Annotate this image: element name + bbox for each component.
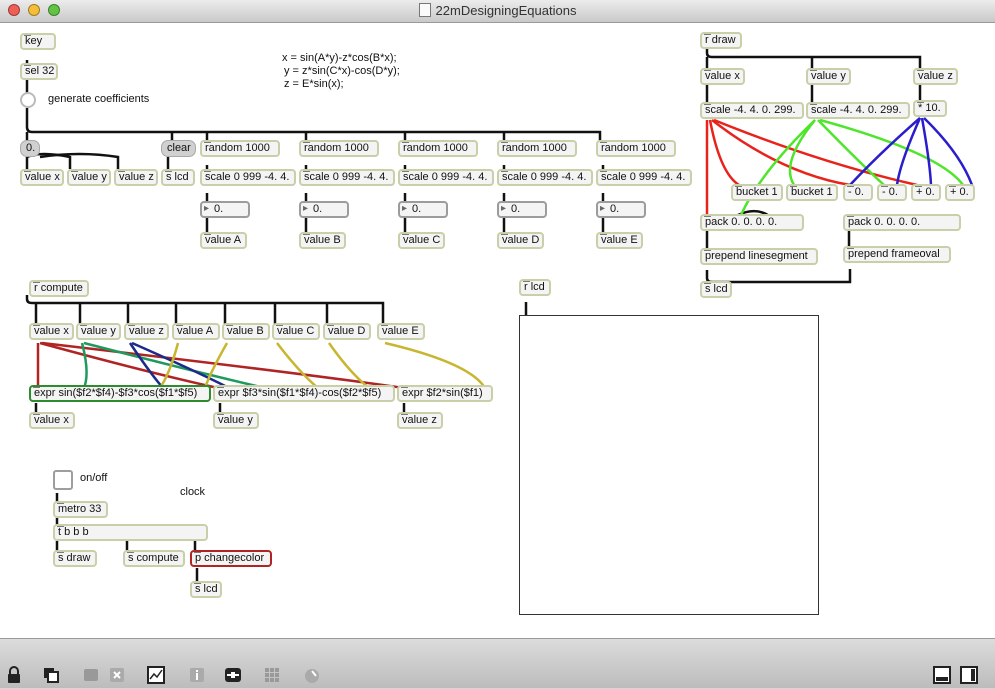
close-box-icon[interactable]	[108, 666, 126, 684]
inspector-chart-icon[interactable]	[147, 666, 165, 684]
compute-value-c[interactable]: value C	[272, 323, 320, 340]
compute-out-z[interactable]: value z	[397, 412, 443, 429]
max-patcher-window: 22mDesigningEquations key sel 32 generat…	[0, 0, 995, 688]
s-compute-object[interactable]: s compute	[123, 550, 185, 567]
prepend-frameoval-object[interactable]: prepend frameoval	[843, 246, 951, 263]
bucket-object-2[interactable]: bucket 1	[786, 184, 838, 201]
subpatch-icon[interactable]	[82, 666, 100, 684]
plus-object-2[interactable]: + 0.	[945, 184, 975, 201]
pack-object-2[interactable]: pack 0. 0. 0. 0.	[843, 214, 961, 231]
clue-icon[interactable]	[303, 666, 321, 684]
compute-out-x[interactable]: value x	[29, 412, 75, 429]
patcher-view-icon[interactable]	[933, 666, 951, 684]
compute-value-d[interactable]: value D	[323, 323, 371, 340]
equation-z-comment: z = E*sin(x);	[284, 78, 344, 90]
equation-x-comment: x = sin(A*y)-z*cos(B*x);	[282, 52, 397, 64]
info-icon[interactable]	[188, 666, 206, 684]
number-box-a[interactable]: 0.	[200, 201, 250, 218]
lcd-drawing-canvas[interactable]	[519, 315, 819, 615]
s-draw-object[interactable]: s draw	[53, 550, 97, 567]
s-lcd-object[interactable]: s lcd	[161, 169, 195, 186]
compute-value-z[interactable]: value z	[124, 323, 169, 340]
r-lcd-object[interactable]: r lcd	[519, 279, 551, 296]
value-e-object[interactable]: value E	[596, 232, 643, 249]
draw-value-z-object[interactable]: value z	[913, 68, 958, 85]
draw-s-lcd-object[interactable]: s lcd	[700, 281, 732, 298]
compute-value-x[interactable]: value x	[29, 323, 74, 340]
random-object-b[interactable]: random 1000	[299, 140, 379, 157]
number-box-c[interactable]: 0.	[398, 201, 448, 218]
expr-z-object[interactable]: expr $f2*sin($f1)	[397, 385, 493, 402]
value-d-object[interactable]: value D	[497, 232, 544, 249]
grid-icon[interactable]	[263, 666, 281, 684]
sel-object[interactable]: sel 32	[20, 63, 58, 80]
compute-value-e[interactable]: value E	[377, 323, 425, 340]
r-compute-object[interactable]: r compute	[29, 280, 89, 297]
random-object-a[interactable]: random 1000	[200, 140, 280, 157]
equation-y-comment: y = z*sin(C*x)-cos(D*y);	[284, 65, 400, 77]
random-object-d[interactable]: random 1000	[497, 140, 577, 157]
compute-value-b[interactable]: value B	[222, 323, 270, 340]
window-title: 22mDesigningEquations	[0, 3, 995, 18]
scale-object-c[interactable]: scale 0 999 -4. 4.	[398, 169, 494, 186]
bucket-object-1[interactable]: bucket 1	[731, 184, 783, 201]
onoff-toggle[interactable]	[53, 470, 73, 490]
compute-out-y[interactable]: value y	[213, 412, 259, 429]
scale-x-object[interactable]: scale -4. 4. 0. 299.	[700, 102, 804, 119]
presentation-view-icon[interactable]	[960, 666, 978, 684]
connect-icon[interactable]	[224, 666, 242, 684]
metro-object[interactable]: metro 33	[53, 501, 108, 518]
draw-value-y-object[interactable]: value y	[806, 68, 851, 85]
minus-object-2[interactable]: - 0.	[877, 184, 907, 201]
patcher-canvas[interactable]: key sel 32 generate coefficients 0. clea…	[0, 23, 995, 638]
title-bar: 22mDesigningEquations	[0, 0, 995, 23]
clock-comment: clock	[180, 486, 206, 498]
scale-object-e[interactable]: scale 0 999 -4. 4.	[596, 169, 692, 186]
number-box-e[interactable]: 0.	[596, 201, 646, 218]
float-message[interactable]: 0.	[20, 140, 40, 157]
prepend-linesegment-object[interactable]: prepend linesegment	[700, 248, 818, 265]
value-z-object[interactable]: value z	[114, 169, 158, 186]
pack-object-1[interactable]: pack 0. 0. 0. 0.	[700, 214, 804, 231]
number-box-d[interactable]: 0.	[497, 201, 547, 218]
value-y-object[interactable]: value y	[67, 169, 111, 186]
clock-s-lcd-object[interactable]: s lcd	[190, 581, 222, 598]
trigger-object[interactable]: t b b b	[53, 524, 208, 541]
expr-x-object[interactable]: expr sin($f2*$f4)-$f3*cos($f1*$f5)	[29, 385, 211, 402]
key-object[interactable]: key	[20, 33, 56, 50]
value-c-object[interactable]: value C	[398, 232, 445, 249]
onoff-comment: on/off	[80, 472, 108, 484]
draw-value-x-object[interactable]: value x	[700, 68, 745, 85]
scale-y-object[interactable]: scale -4. 4. 0. 299.	[806, 102, 910, 119]
minus-object-1[interactable]: - 0.	[843, 184, 873, 201]
multiply-object[interactable]: * 10.	[913, 100, 947, 117]
document-icon	[418, 3, 431, 17]
compute-value-y[interactable]: value y	[76, 323, 121, 340]
colored-cords	[36, 117, 974, 390]
scale-object-d[interactable]: scale 0 999 -4. 4.	[497, 169, 593, 186]
value-b-object[interactable]: value B	[299, 232, 346, 249]
p-changecolor-object[interactable]: p changecolor	[190, 550, 272, 567]
scale-object-a[interactable]: scale 0 999 -4. 4.	[200, 169, 296, 186]
value-x-object[interactable]: value x	[20, 169, 64, 186]
scale-object-b[interactable]: scale 0 999 -4. 4.	[299, 169, 395, 186]
expr-y-object[interactable]: expr $f3*sin($f1*$f4)-cos($f2*$f5)	[213, 385, 395, 402]
plus-object-1[interactable]: + 0.	[911, 184, 941, 201]
presentation-icon[interactable]	[42, 666, 60, 684]
clear-message[interactable]: clear	[161, 140, 196, 157]
generate-bang-button[interactable]	[20, 92, 36, 108]
patcher-toolbar	[0, 638, 995, 688]
r-draw-object[interactable]: r draw	[700, 32, 742, 49]
lock-icon[interactable]	[5, 666, 23, 684]
number-box-b[interactable]: 0.	[299, 201, 349, 218]
random-object-e[interactable]: random 1000	[596, 140, 676, 157]
value-a-object[interactable]: value A	[200, 232, 247, 249]
random-object-c[interactable]: random 1000	[398, 140, 478, 157]
generate-comment: generate coefficients	[48, 93, 150, 105]
compute-value-a[interactable]: value A	[172, 323, 220, 340]
